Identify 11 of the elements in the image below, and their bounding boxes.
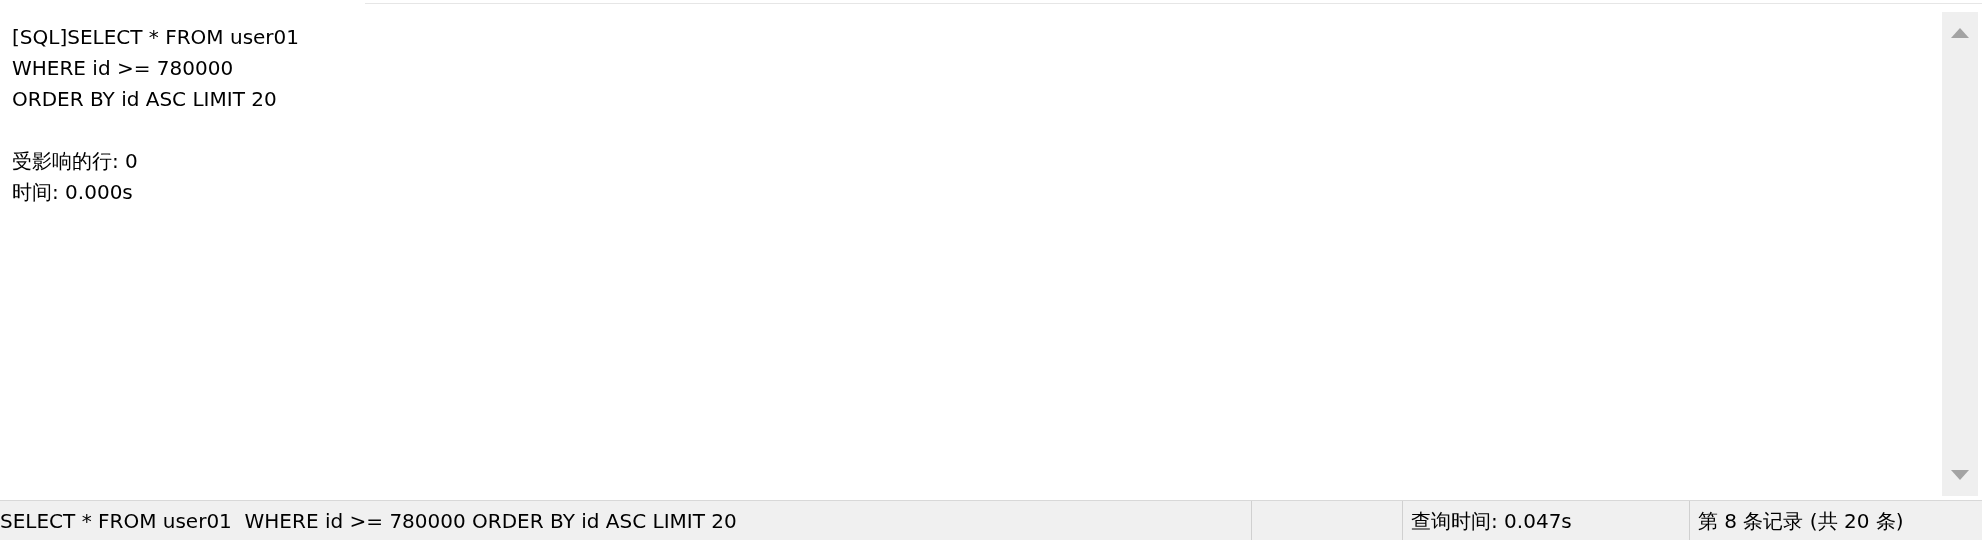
sql-line: ORDER BY id ASC LIMIT 20 bbox=[12, 87, 277, 111]
query-time-text: 查询时间: 0.047s bbox=[1411, 507, 1572, 535]
status-query-text: SELECT * FROM user01 WHERE id >= 780000 ORDER BY id ASC LIMIT 20 bbox=[0, 507, 737, 535]
sql-line: [SQL]SELECT * FROM user01 bbox=[12, 25, 300, 49]
vertical-scrollbar[interactable] bbox=[1942, 12, 1978, 496]
scroll-up-arrow-icon[interactable] bbox=[1951, 28, 1969, 38]
scroll-down-arrow-icon[interactable] bbox=[1951, 470, 1969, 480]
sql-line: WHERE id >= 780000 bbox=[12, 56, 234, 80]
record-info-text: 第 8 条记录 (共 20 条) bbox=[1698, 507, 1904, 535]
result-line: 受影响的行: 0 bbox=[12, 149, 138, 173]
result-line: 时间: 0.000s bbox=[12, 180, 133, 204]
